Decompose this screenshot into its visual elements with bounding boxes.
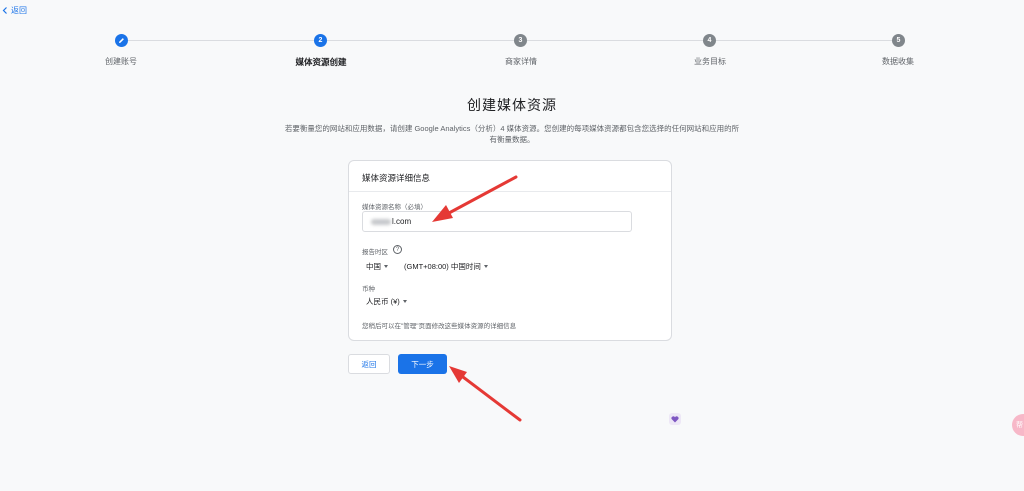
back-button[interactable]: 返回 <box>348 354 390 374</box>
back-link-label: 返回 <box>11 6 27 15</box>
annotation-arrow-next <box>449 366 522 422</box>
step-2-label: 媒体资源创建 <box>295 57 347 67</box>
help-bubble[interactable]: 帮 <box>1012 414 1024 436</box>
page-subtitle: 若要衡量您的网站和应用数据，请创建 Google Analytics（分析）4 … <box>284 124 740 144</box>
next-button[interactable]: 下一步 <box>398 354 447 374</box>
page: 返回 2 3 4 5 创建账号 媒体资源创建 商家详情 业务目标 数据收集 创建… <box>0 0 1024 491</box>
dropdown-caret-icon <box>483 265 488 268</box>
timezone-label: 报告时区 <box>362 249 388 256</box>
step-4-circle: 4 <box>703 34 716 47</box>
redacted-text <box>371 218 391 225</box>
stepper: 2 3 4 5 创建账号 媒体资源创建 商家详情 业务目标 数据收集 <box>0 33 1024 73</box>
property-details-card: 媒体资源详细信息 媒体资源名称（必填） l.com 报告时区 ? 中国 (GMT… <box>348 160 672 341</box>
currency-value: 人民币 (¥) <box>366 297 400 306</box>
help-icon[interactable]: ? <box>393 245 402 254</box>
extension-icon[interactable] <box>669 413 681 425</box>
back-link[interactable]: 返回 <box>2 5 27 16</box>
step-2-circle: 2 <box>314 34 327 47</box>
dropdown-caret-icon <box>384 265 388 268</box>
heart-icon <box>671 415 679 422</box>
step-connector <box>128 40 314 41</box>
dropdown-caret-icon <box>402 300 407 303</box>
step-connector <box>527 40 703 41</box>
step-3-label: 商家详情 <box>505 57 537 66</box>
edit-later-note: 您稍后可以在"管理"页面修改这些媒体资源的详细信息 <box>362 323 517 330</box>
currency-label: 币种 <box>362 286 375 293</box>
chevron-left-icon <box>2 7 7 14</box>
step-3-circle: 3 <box>514 34 527 47</box>
step-5-label: 数据收集 <box>882 57 914 66</box>
step-1-label: 创建账号 <box>105 57 137 66</box>
country-select[interactable]: 中国 <box>366 261 388 272</box>
currency-select[interactable]: 人民币 (¥) <box>366 296 407 307</box>
property-name-input[interactable]: l.com <box>362 211 632 232</box>
card-header: 媒体资源详细信息 <box>349 161 671 192</box>
step-4-label: 业务目标 <box>694 57 726 66</box>
step-connector <box>716 40 892 41</box>
property-name-label: 媒体资源名称（必填） <box>362 204 427 211</box>
country-value: 中国 <box>366 262 381 271</box>
timezone-value: (GMT+08:00) 中国时间 <box>404 262 481 271</box>
pencil-icon <box>119 38 124 43</box>
timezone-select[interactable]: (GMT+08:00) 中国时间 <box>404 261 488 272</box>
page-title: 创建媒体资源 <box>467 97 557 113</box>
step-connector <box>327 40 514 41</box>
property-name-value: l.com <box>392 217 412 226</box>
step-1-circle <box>115 34 128 47</box>
step-5-circle: 5 <box>892 34 905 47</box>
